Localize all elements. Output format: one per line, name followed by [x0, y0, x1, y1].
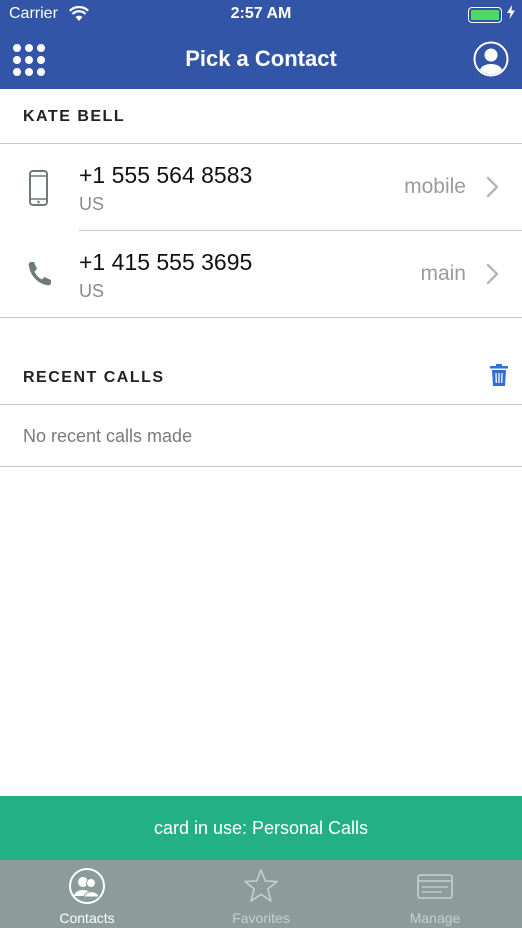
battery-icon [468, 7, 502, 23]
tab-contacts[interactable]: Contacts [0, 860, 174, 928]
recent-calls-empty-text: No recent calls made [23, 426, 193, 446]
phone-type: mobile [404, 175, 466, 198]
contact-name: KATE BELL [23, 108, 126, 125]
bolt-icon [507, 5, 515, 19]
recent-calls-header: RECENT CALLS [0, 318, 522, 405]
page-title: Pick a Contact [185, 46, 337, 71]
star-icon [244, 869, 278, 902]
tab-manage[interactable]: Manage [348, 860, 522, 928]
app-root: Carrier 2:57 AM Pick a Contact KATE BELL [0, 0, 522, 928]
trash-icon[interactable] [490, 364, 508, 386]
profile-icon[interactable] [473, 41, 509, 77]
card-icon [417, 874, 453, 899]
phone-row-main[interactable]: +1 415 555 3695 US main [0, 231, 522, 318]
phone-number: +1 555 564 8583 [79, 162, 253, 188]
tab-label: Contacts [59, 910, 115, 926]
phone-number: +1 415 555 3695 [79, 249, 253, 275]
status-bar: Carrier 2:57 AM [0, 0, 522, 30]
clock-label: 2:57 AM [230, 5, 292, 22]
phone-country: US [79, 281, 105, 301]
phone-country: US [79, 194, 105, 214]
phone-row-mobile[interactable]: +1 555 564 8583 US mobile [0, 144, 522, 231]
tab-label: Manage [409, 910, 461, 926]
card-in-use-banner[interactable]: card in use: Personal Calls [0, 796, 522, 860]
phone-type: main [420, 262, 466, 285]
recent-calls-empty-row: No recent calls made [0, 405, 522, 467]
navigation-bar: Pick a Contact [0, 30, 522, 89]
recent-calls-title: RECENT CALLS [23, 369, 165, 386]
tab-bar: Contacts Favorites Manage [0, 860, 522, 928]
contact-name-header: KATE BELL [0, 89, 522, 144]
card-in-use-text: card in use: Personal Calls [153, 818, 369, 838]
chevron-right-icon [486, 176, 499, 198]
tab-favorites[interactable]: Favorites [174, 860, 348, 928]
phone-handset-icon [28, 262, 51, 286]
mobile-phone-icon [29, 170, 48, 206]
battery-fill [471, 10, 499, 20]
tab-label: Favorites [232, 910, 290, 926]
contacts-icon [69, 868, 105, 904]
chevron-right-icon [486, 263, 499, 285]
